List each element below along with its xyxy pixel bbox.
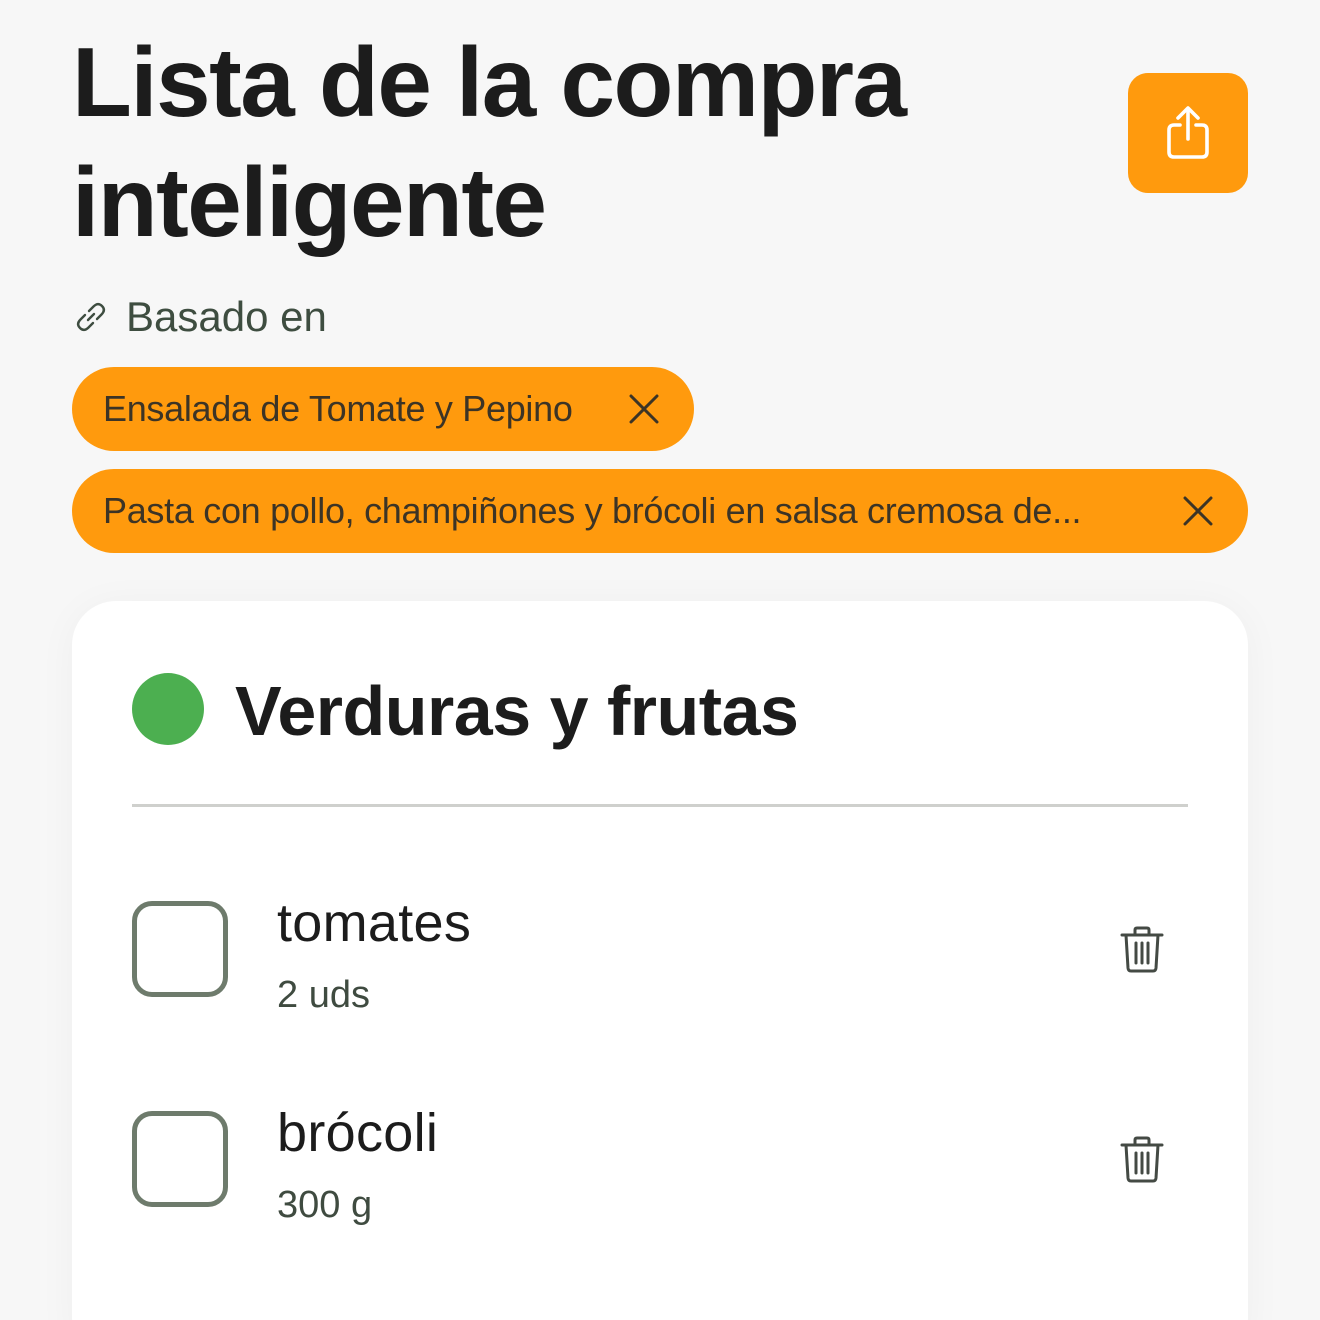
shopping-list-screen: Lista de la compra inteligente Basado en… [0,0,1320,1320]
category-card: Verduras y frutas tomates 2 uds brócoli … [72,601,1248,1320]
recipe-chip-label: Pasta con pollo, champiñones y brócoli e… [103,490,1082,531]
based-on-label: Basado en [126,293,327,340]
share-icon [1167,106,1209,159]
category-color-dot [132,673,204,745]
trash-icon[interactable] [1120,1135,1164,1183]
item-checkbox[interactable] [132,1111,228,1207]
item-quantity: 2 uds [277,974,370,1016]
close-icon[interactable] [624,389,664,429]
item-quantity: 300 g [277,1184,373,1226]
divider [132,804,1188,807]
item-checkbox[interactable] [132,901,228,997]
list-item: tomates 2 uds [132,891,1188,1031]
page-title: Lista de la compra inteligente [72,27,907,257]
list-item: brócoli 300 g [132,1101,1188,1241]
link-icon [74,300,108,334]
item-name: brócoli [277,1103,439,1163]
close-icon[interactable] [1178,491,1218,531]
recipe-chip[interactable]: Ensalada de Tomate y Pepino [72,367,694,451]
based-on-row: Basado en [74,290,327,344]
recipe-chip-label: Ensalada de Tomate y Pepino [103,388,573,429]
trash-icon[interactable] [1120,925,1164,973]
item-name: tomates [277,893,472,953]
recipe-chip[interactable]: Pasta con pollo, champiñones y brócoli e… [72,469,1248,553]
category-title: Verduras y frutas [235,672,799,750]
share-button[interactable] [1128,73,1248,193]
